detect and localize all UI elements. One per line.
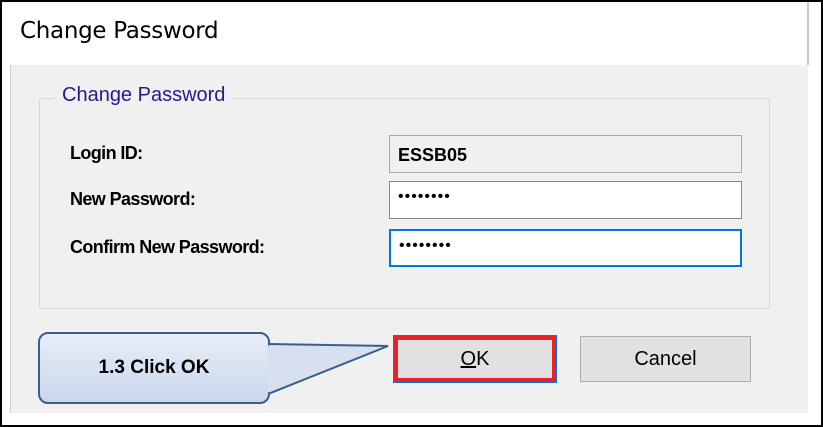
window-title: Change Password — [20, 18, 219, 44]
new-password-value: •••••••• — [398, 188, 451, 205]
login-id-label: Login ID: — [70, 143, 143, 163]
new-password-label: New Password: — [70, 189, 196, 209]
login-id-field: ESSB05 — [389, 135, 742, 173]
title-bar: Change Password — [2, 2, 807, 64]
callout-text: 1.3 Click OK — [98, 357, 210, 378]
confirm-password-label: Confirm New Password: — [70, 237, 265, 257]
confirm-password-value: •••••••• — [399, 237, 452, 254]
callout-pointer-arrow — [268, 342, 389, 396]
confirm-password-field[interactable]: •••••••• — [389, 229, 742, 267]
window-edge — [807, 2, 809, 65]
new-password-field[interactable]: •••••••• — [389, 181, 742, 219]
cancel-button[interactable]: Cancel — [580, 336, 751, 382]
ok-mnemonic: O — [460, 348, 477, 370]
group-legend: Change Password — [54, 84, 234, 107]
instruction-callout: 1.3 Click OK — [38, 332, 270, 404]
ok-label-rest: K — [476, 348, 490, 370]
login-id-value: ESSB05 — [398, 145, 468, 165]
ok-button[interactable]: OK — [393, 335, 557, 383]
